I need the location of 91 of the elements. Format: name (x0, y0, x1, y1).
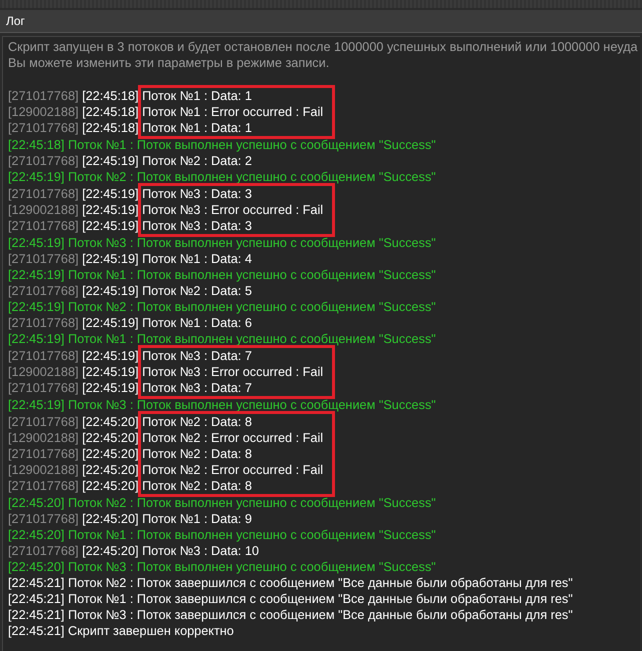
timestamp: [22:45:19] (8, 332, 64, 346)
thread-id: [271017768] (8, 89, 79, 103)
thread-id: [271017768] (8, 252, 79, 266)
thread-id: [271017768] (8, 381, 79, 395)
timestamp: [22:45:18] (82, 121, 139, 135)
timestamp: [22:45:20] (82, 463, 139, 477)
log-message: Поток №1 : Поток выполнен успешно с сообщением "Success" (68, 332, 436, 346)
timestamp: [22:45:18] (82, 105, 139, 119)
thread-id: [271017768] (8, 479, 79, 493)
log-message: Поток №3 : Data: 10 (142, 544, 259, 558)
log-message: Поток №2 : Error occurred : Fail (142, 463, 324, 477)
timestamp: [22:45:18] (8, 138, 64, 152)
thread-id: [271017768] (8, 316, 79, 330)
log-message: Поток №3 : Error occurred : Fail (142, 365, 324, 379)
thread-id: [271017768] (8, 349, 79, 363)
log-message: Поток №2 : Поток выполнен успешно с сообщением "Success" (68, 170, 436, 184)
timestamp: [22:45:20] (82, 415, 139, 429)
thread-id: [129002188] (8, 365, 79, 379)
log-message: Поток №2 : Поток завершился с сообщением "Все данные были обработаны для res" (68, 576, 573, 590)
timestamp: [22:45:20] (8, 528, 64, 542)
log-message: Поток №2 : Data: 5 (142, 284, 252, 298)
timestamp: [22:45:20] (8, 496, 64, 510)
log-message: Поток №2 : Data: 8 (142, 479, 252, 493)
thread-id: [271017768] (8, 219, 79, 233)
thread-id: [271017768] (8, 187, 79, 201)
timestamp: [22:45:20] (82, 431, 139, 445)
log-message: Поток №3 : Data: 7 (142, 349, 252, 363)
timestamp: [22:45:20] (82, 447, 139, 461)
log-message: Поток №1 : Data: 9 (142, 512, 252, 526)
log-message: Поток №3 : Поток выполнен успешно с сообщением "Success" (68, 236, 436, 250)
log-message: Поток №2 : Data: 8 (142, 415, 252, 429)
thread-id: [129002188] (8, 203, 79, 217)
timestamp: [22:45:21] (8, 576, 64, 590)
timestamp: [22:45:19] (8, 236, 64, 250)
log-message: Поток №3 : Data: 3 (142, 219, 252, 233)
timestamp: [22:45:19] (82, 284, 139, 298)
log-message: Поток №3 : Error occurred : Fail (142, 203, 324, 217)
thread-id: [271017768] (8, 121, 79, 135)
thread-id: [129002188] (8, 105, 79, 119)
log-message: Поток №1 : Data: 4 (142, 252, 252, 266)
timestamp: [22:45:19] (82, 365, 139, 379)
log-message: Поток №2 : Error occurred : Fail (142, 431, 324, 445)
log-message: Поток №3 : Поток выполнен успешно с сообщением "Success" (68, 398, 436, 412)
timestamp: [22:45:21] (8, 624, 64, 638)
thread-id: [271017768] (8, 415, 79, 429)
timestamp: [22:45:20] (82, 479, 139, 493)
timestamp: [22:45:20] (82, 544, 139, 558)
log-message: Поток №1 : Поток завершился с сообщением "Все данные были обработаны для res" (68, 592, 573, 606)
timestamp: [22:45:19] (82, 187, 139, 201)
log-message: Поток №1 : Поток выполнен успешно с сообщением "Success" (68, 528, 436, 542)
log-message: Поток №3 : Data: 3 (142, 187, 252, 201)
timestamp: [22:45:19] (8, 170, 64, 184)
log-message: Поток №2 : Data: 2 (142, 154, 252, 168)
log-message: Поток №1 : Поток выполнен успешно с сообщением "Success" (68, 268, 436, 282)
timestamp: [22:45:19] (82, 381, 139, 395)
log-message: Поток №3 : Data: 7 (142, 381, 252, 395)
timestamp: [22:45:19] (82, 316, 139, 330)
timestamp: [22:45:19] (82, 203, 139, 217)
thread-id: [271017768] (8, 512, 79, 526)
timestamp: [22:45:19] (8, 268, 64, 282)
timestamp: [22:45:20] (8, 560, 64, 574)
thread-id: [271017768] (8, 154, 79, 168)
timestamp: [22:45:19] (82, 154, 139, 168)
log-message: Поток №2 : Data: 8 (142, 447, 252, 461)
log-message: Поток №1 : Data: 6 (142, 316, 252, 330)
thread-id: [271017768] (8, 447, 79, 461)
thread-id: [129002188] (8, 431, 79, 445)
log-message: Поток №1 : Поток выполнен успешно с сообщением "Success" (68, 138, 436, 152)
window-title: Лог (6, 13, 25, 29)
timestamp: [22:45:19] (8, 300, 64, 314)
log-message: Поток №2 : Поток выполнен успешно с сообщением "Success" (68, 496, 436, 510)
thread-id: [129002188] (8, 463, 79, 477)
log-message: Поток №1 : Data: 1 (142, 89, 252, 103)
timestamp: [22:45:20] (82, 512, 139, 526)
timestamp: [22:45:19] (8, 398, 64, 412)
timestamp: [22:45:18] (82, 89, 139, 103)
timestamp: [22:45:19] (82, 349, 139, 363)
log-message: Поток №3 : Поток завершился с сообщением "Все данные были обработаны для res" (68, 608, 573, 622)
log-message: Поток №2 : Поток выполнен успешно с сообщением "Success" (68, 300, 436, 314)
thread-id: [271017768] (8, 284, 79, 298)
intro-text: Вы можете изменить эти параметры в режиме записи. (8, 56, 330, 70)
log-message: Поток №1 : Data: 1 (142, 121, 252, 135)
timestamp: [22:45:21] (8, 608, 64, 622)
thread-id: [271017768] (8, 544, 79, 558)
timestamp: [22:45:21] (8, 592, 64, 606)
log-message: Поток №1 : Error occurred : Fail (142, 105, 324, 119)
timestamp: [22:45:19] (82, 219, 139, 233)
intro-text: Скрипт запущен в 3 потоков и будет остановлен после 1000000 успешных выполнений или 1000000 неуда (8, 40, 638, 54)
timestamp: [22:45:19] (82, 252, 139, 266)
log-message: Скрипт завершен корректно (68, 624, 234, 638)
log-message: Поток №3 : Поток выполнен успешно с сообщением "Success" (68, 560, 436, 574)
